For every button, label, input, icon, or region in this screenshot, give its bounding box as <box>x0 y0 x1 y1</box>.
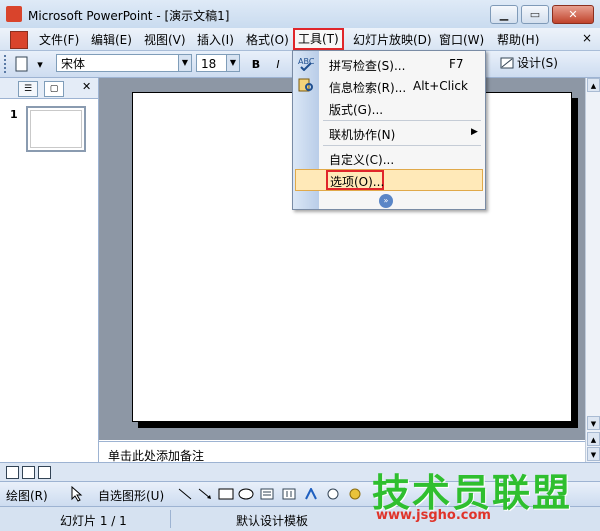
menu-help[interactable]: 帮助(H) <box>494 31 542 48</box>
design-button[interactable]: 设计(S) <box>500 54 558 71</box>
expand-menu-chevron-icon[interactable]: » <box>379 194 393 208</box>
slides-pane: ☰ ▢ ✕ 1 <box>0 78 99 462</box>
diagram-icon[interactable] <box>326 488 340 500</box>
restore-button[interactable]: ▭ <box>521 5 549 24</box>
rectangle-icon[interactable] <box>218 488 234 500</box>
menu-item-options[interactable]: 选项(O)... <box>295 169 483 191</box>
size-dropdown-arrow-icon[interactable]: ▼ <box>226 55 239 71</box>
menu-edit[interactable]: 编辑(E) <box>88 31 135 48</box>
title-bar: Microsoft PowerPoint - [演示文稿1] ▁ ▭ ✕ <box>0 0 600 29</box>
slide-sorter-view-icon[interactable] <box>22 466 35 479</box>
research-icon <box>298 78 313 92</box>
svg-text:ABC: ABC <box>298 57 314 66</box>
menu-item-customize[interactable]: 自定义(C)... <box>293 147 485 169</box>
tools-menu-dropdown: ABC 拼写检查(S)... F7 信息检索(R)... Alt+Click 版… <box>292 50 486 210</box>
menu-item-spelling[interactable]: ABC 拼写检查(S)... F7 <box>293 53 485 75</box>
clipart-icon[interactable] <box>348 488 362 500</box>
arrow-icon[interactable] <box>198 488 212 500</box>
menu-tools[interactable]: 工具(T) <box>293 28 344 50</box>
wordart-icon[interactable] <box>304 488 318 500</box>
bold-button[interactable]: B <box>246 54 266 74</box>
design-template-status: 默认设计模板 <box>236 514 309 528</box>
slide-thumbnail[interactable] <box>26 106 86 152</box>
new-document-icon[interactable] <box>12 54 32 74</box>
textbox-icon[interactable] <box>260 488 274 500</box>
line-icon[interactable] <box>178 488 192 500</box>
font-name-select[interactable]: 宋体 ▼ <box>56 54 192 72</box>
options-label: 选项(O)... <box>330 175 385 189</box>
design-icon <box>500 57 514 68</box>
scroll-up-icon[interactable]: ▲ <box>587 78 600 92</box>
oval-icon[interactable] <box>238 488 254 500</box>
menu-item-research[interactable]: 信息检索(R)... Alt+Click <box>293 75 485 97</box>
slide-count-status: 幻灯片 1 / 1 <box>60 514 127 528</box>
slideshow-view-icon[interactable] <box>38 466 51 479</box>
menu-slideshow[interactable]: 幻灯片放映(D) <box>350 31 435 48</box>
menu-file[interactable]: 文件(F) <box>36 31 82 48</box>
menu-view[interactable]: 视图(V) <box>141 31 189 48</box>
toolbar-options-icon[interactable]: ▾ <box>34 54 46 74</box>
menu-window[interactable]: 窗口(W) <box>436 31 487 48</box>
minimize-button[interactable]: ▁ <box>490 5 518 24</box>
tab-outline[interactable]: ☰ <box>18 81 38 97</box>
research-shortcut: Alt+Click <box>413 79 468 93</box>
document-close-icon[interactable]: × <box>582 31 592 45</box>
next-slide-icon[interactable]: ▼ <box>587 447 600 461</box>
document-icon[interactable] <box>10 31 28 49</box>
italic-button[interactable]: I <box>268 54 288 74</box>
drawing-toolbar: 绘图(R) 自选图形(U) <box>0 481 600 506</box>
autoshapes-button[interactable]: 自选图形(U) <box>98 487 164 504</box>
spelling-check-icon: ABC <box>298 57 314 71</box>
menu-insert[interactable]: 插入(I) <box>194 31 237 48</box>
window-title: Microsoft PowerPoint - [演示文稿1] <box>28 9 230 23</box>
slide-number: 1 <box>10 108 18 121</box>
font-name-value: 宋体 <box>61 57 86 71</box>
tab-slides[interactable]: ▢ <box>44 81 64 97</box>
submenu-arrow-icon: ▶ <box>471 127 478 137</box>
scroll-down-icon[interactable]: ▼ <box>587 416 600 430</box>
menu-format[interactable]: 格式(O) <box>243 31 292 48</box>
pane-close-icon[interactable]: ✕ <box>82 80 91 93</box>
spelling-shortcut: F7 <box>449 57 464 71</box>
select-arrow-icon[interactable] <box>70 485 84 505</box>
font-size-value: 18 <box>201 57 217 71</box>
pane-tabs: ☰ ▢ ✕ <box>0 78 98 99</box>
layout-label: 版式(G)... <box>329 103 384 117</box>
menu-item-layout[interactable]: 版式(G)... <box>293 97 485 119</box>
draw-menu-button[interactable]: 绘图(R) <box>6 487 48 504</box>
font-size-select[interactable]: 18 ▼ <box>196 54 240 72</box>
close-button[interactable]: ✕ <box>552 5 594 24</box>
research-label: 信息检索(R)... <box>329 81 407 95</box>
status-bar: 幻灯片 1 / 1 默认设计模板 <box>0 506 600 531</box>
previous-slide-icon[interactable]: ▲ <box>587 432 600 446</box>
spelling-label: 拼写检查(S)... <box>329 59 406 73</box>
view-buttons <box>0 462 600 481</box>
font-dropdown-arrow-icon[interactable]: ▼ <box>178 55 191 71</box>
normal-view-icon[interactable] <box>6 466 19 479</box>
design-label: 设计(S) <box>517 56 558 70</box>
vertical-scrollbar[interactable]: ▲ ▼ ▲ ▼ <box>585 78 600 462</box>
online-collaboration-label: 联机协作(N) <box>329 128 396 142</box>
window-controls: ▁ ▭ ✕ <box>490 5 594 24</box>
menu-bar: 文件(F) 编辑(E) 视图(V) 插入(I) 格式(O) 工具(T) 幻灯片放… <box>0 28 600 51</box>
menu-item-online-collaboration[interactable]: 联机协作(N) ▶ <box>293 122 485 144</box>
powerpoint-app-icon[interactable] <box>6 6 22 22</box>
vertical-textbox-icon[interactable] <box>282 488 296 500</box>
notes-pane[interactable]: 单击此处添加备注 <box>99 441 585 463</box>
customize-label: 自定义(C)... <box>329 153 395 167</box>
toolbar-grip[interactable] <box>4 55 9 73</box>
